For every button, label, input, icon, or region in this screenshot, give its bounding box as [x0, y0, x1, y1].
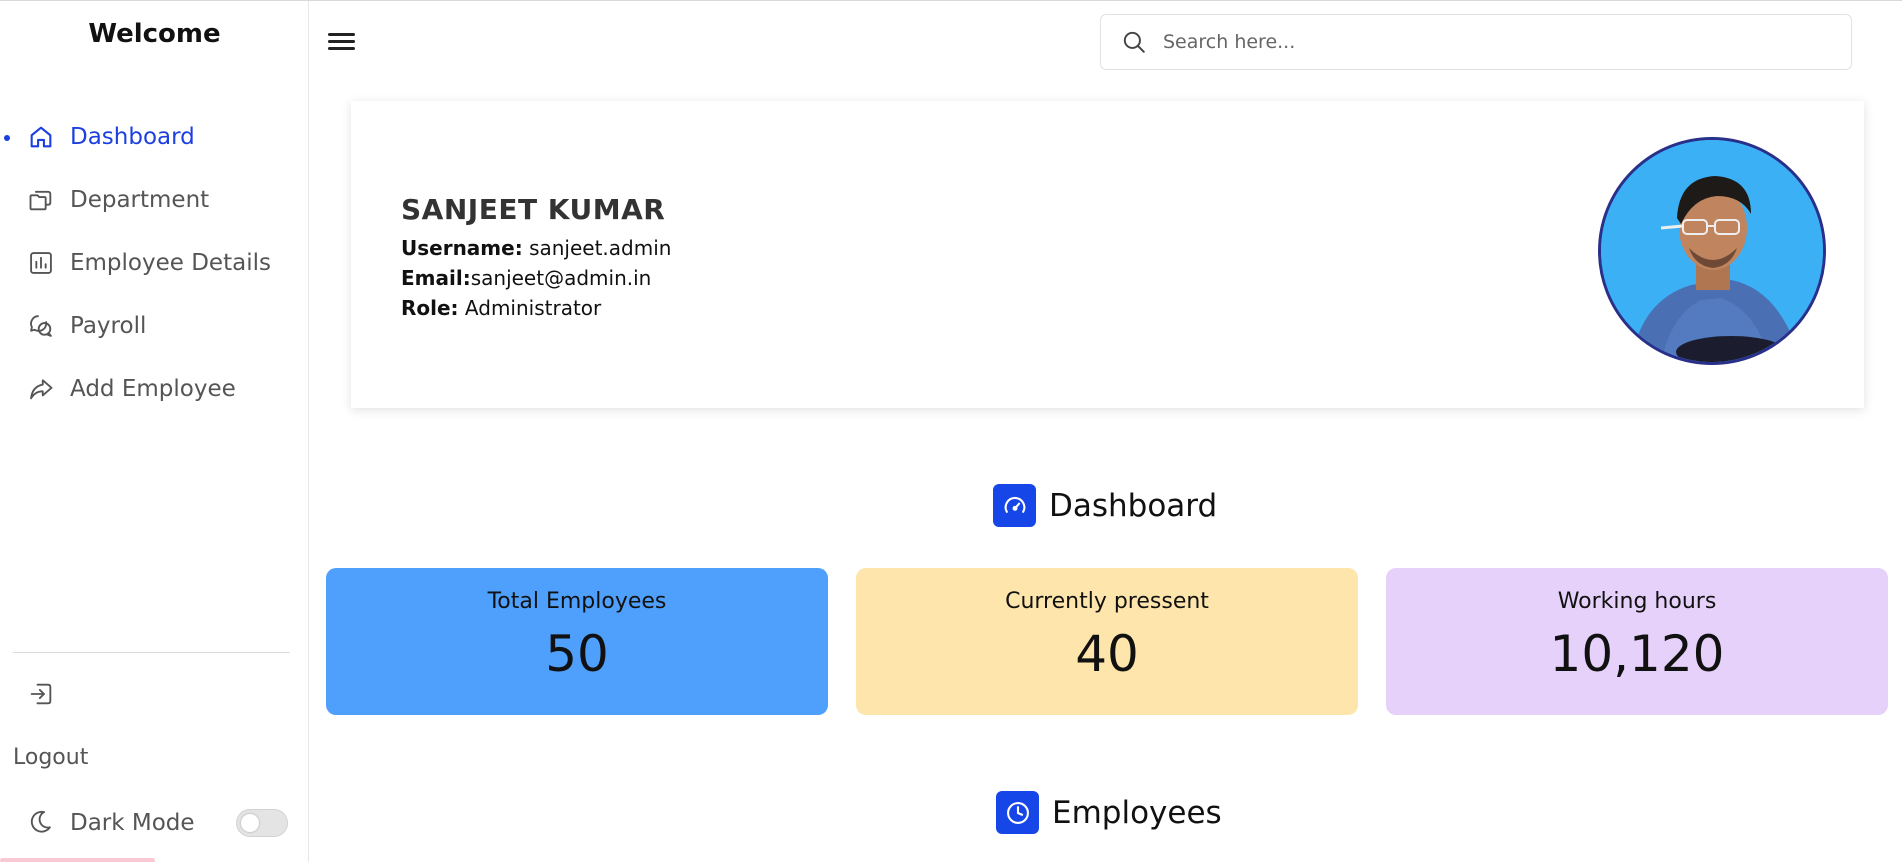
sidebar-item-dashboard[interactable]: Dashboard [26, 117, 195, 157]
dark-mode-row: Dark Mode [26, 803, 195, 843]
logout-button[interactable]: Logout [13, 745, 88, 770]
app-root: Welcome Dashboard Department Employee De… [0, 0, 1902, 862]
stat-value: 10,120 [1549, 625, 1725, 683]
stat-label: Total Employees [487, 589, 667, 614]
stat-value: 50 [545, 625, 609, 683]
search-input[interactable] [1163, 31, 1813, 53]
profile-email: Email:sanjeet@admin.in [401, 266, 651, 290]
search-icon [1121, 29, 1147, 55]
profile-role: Role: Administrator [401, 296, 601, 320]
stat-card-working-hours: Working hours 10,120 [1386, 568, 1888, 715]
sidebar-item-add-employee[interactable]: Add Employee [26, 369, 236, 409]
stat-card-total-employees: Total Employees 50 [326, 568, 828, 715]
email-value: sanjeet@admin.in [470, 266, 652, 290]
sidebar-item-payroll[interactable]: Payroll [26, 306, 146, 346]
chat-bubbles-icon [26, 311, 56, 341]
sidebar-item-label: Dashboard [70, 124, 195, 150]
home-icon [26, 122, 56, 152]
username-label: Username: [401, 236, 523, 260]
profile-card: SANJEET KUMAR Username: sanjeet.admin Em… [351, 101, 1864, 408]
folders-icon [26, 185, 56, 215]
toggle-knob [241, 814, 259, 832]
sidebar-divider [13, 652, 290, 653]
dashboard-section-title: Dashboard [993, 484, 1217, 527]
dark-mode-toggle[interactable] [236, 809, 288, 837]
moon-icon [26, 808, 56, 838]
role-label: Role: [401, 296, 459, 320]
sidebar: Welcome Dashboard Department Employee De… [0, 1, 309, 862]
dark-mode-label: Dark Mode [70, 810, 195, 836]
speedometer-icon [993, 484, 1036, 527]
sidebar-item-label: Add Employee [70, 376, 236, 402]
username-value: sanjeet.admin [522, 236, 672, 260]
stat-value: 40 [1075, 625, 1139, 683]
email-label: Email: [401, 266, 471, 290]
bar-chart-icon [26, 248, 56, 278]
employees-section-title: Employees [996, 791, 1222, 834]
role-value: Administrator [458, 296, 602, 320]
search-bar[interactable] [1100, 14, 1852, 70]
sidebar-item-label: Employee Details [70, 250, 271, 276]
share-arrow-icon [26, 374, 56, 404]
logout-icon[interactable] [27, 680, 57, 710]
stat-label: Currently pressent [1005, 589, 1209, 614]
stat-card-currently-present: Currently pressent 40 [856, 568, 1358, 715]
hamburger-menu-button[interactable] [326, 28, 358, 56]
profile-username: Username: sanjeet.admin [401, 236, 671, 260]
profile-name: SANJEET KUMAR [401, 193, 666, 226]
avatar [1598, 137, 1826, 365]
employees-title-text: Employees [1052, 794, 1222, 831]
clock-icon [996, 791, 1039, 834]
sidebar-item-employee-details[interactable]: Employee Details [26, 243, 271, 283]
sidebar-item-label: Payroll [70, 313, 147, 339]
sidebar-item-department[interactable]: Department [26, 180, 209, 220]
sidebar-item-label: Department [70, 187, 210, 213]
bottom-accent-strip [0, 858, 155, 862]
stat-label: Working hours [1557, 589, 1717, 614]
active-indicator-dot [4, 135, 10, 141]
welcome-title: Welcome [88, 19, 221, 49]
dashboard-title-text: Dashboard [1049, 487, 1218, 524]
